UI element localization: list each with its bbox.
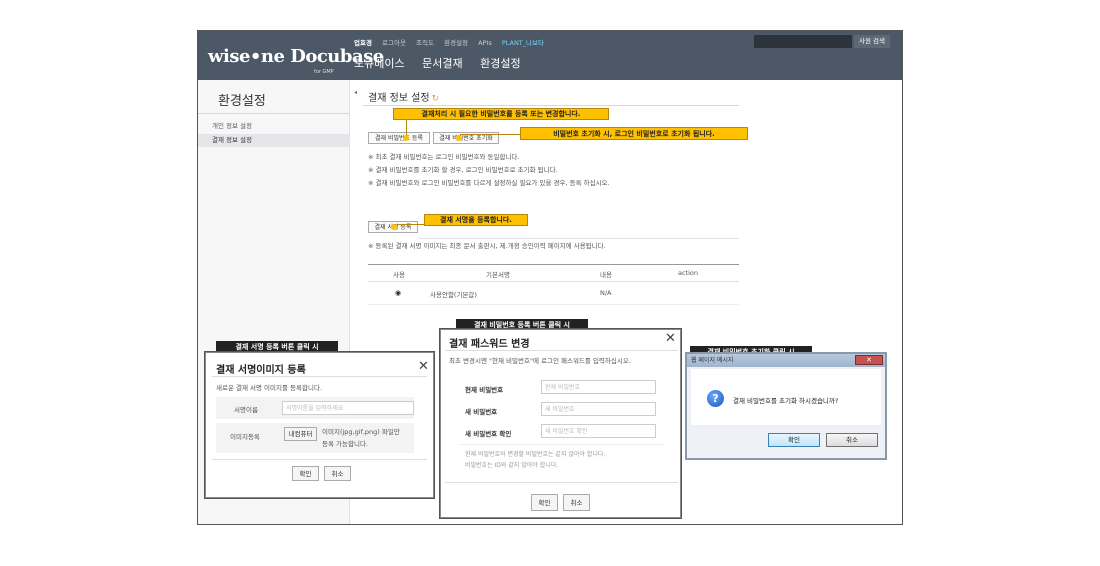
reset-confirm-dialog: 웹 페이지 메시지 ✕ ? 결재 비밀번호를 초기화 하시겠습니까? 확인 취소	[685, 352, 887, 460]
password-note-3: ※ 결재 비밀번호와 로그인 비밀번호를 다르게 설정하실 필요가 있을 경우,…	[368, 179, 610, 187]
password-hint-2: 비밀번호는 ID와 같지 않아야 합니다.	[465, 462, 559, 469]
utility-nav-user[interactable]: 업효경	[354, 39, 372, 47]
utility-nav-apis[interactable]: APIs	[478, 39, 492, 47]
refresh-icon[interactable]: ↻	[432, 94, 440, 104]
utility-nav-plant[interactable]: PLANT_나보타	[502, 39, 544, 47]
current-password-input[interactable]: 현재 비밀번호	[541, 380, 656, 394]
password-dialog-title: 결재 패스워드 변경	[449, 339, 530, 350]
signature-image-label: 이미지등록	[230, 433, 260, 441]
divider	[212, 376, 427, 377]
utility-nav: 업효경 로그아웃 조직도 환경설정 APIs PLANT_나보타	[354, 37, 552, 47]
password-note-1: ※ 최초 결재 비밀번호는 로그인 비밀번호와 동일합니다.	[368, 153, 520, 161]
divider	[212, 459, 427, 460]
table-top-border	[368, 264, 739, 265]
table-header-content: 내용	[600, 271, 612, 279]
callout-pointer	[403, 135, 409, 141]
sidebar-item-personal-settings[interactable]: 개인 정보 설정	[198, 120, 350, 133]
divider	[368, 304, 739, 305]
main-nav-approval[interactable]: 문서결재	[422, 57, 462, 70]
close-icon[interactable]: ✕	[855, 355, 883, 365]
divider	[368, 281, 739, 282]
utility-nav-logout[interactable]: 로그아웃	[382, 39, 406, 47]
employee-search-button[interactable]: 사원 검색	[854, 35, 890, 48]
close-icon[interactable]: ✕	[418, 360, 429, 373]
page-title: 결재 정보 설정 ↻	[368, 89, 439, 104]
signature-name-input[interactable]: 서명이름을 입력하세요.	[282, 401, 414, 415]
cancel-button[interactable]: 취소	[563, 494, 590, 511]
new-password-label: 새 비밀번호	[465, 408, 498, 416]
signature-note: ※ 등록된 결재 서명 이미지는 최종 문서 출판시, 제.개정 승인이력 페이…	[368, 242, 606, 250]
page-title-text: 결재 정보 설정	[368, 93, 430, 104]
image-hint-line-2: 등록 가능합니다.	[322, 440, 368, 448]
signature-name-label: 서명이름	[234, 406, 258, 414]
divider	[418, 238, 739, 239]
divider	[363, 105, 739, 106]
ok-button[interactable]: 확인	[292, 466, 319, 481]
reset-confirm-message: 결재 비밀번호를 초기화 하시겠습니까?	[733, 397, 839, 405]
divider	[445, 482, 678, 483]
table-header-use: 사용	[393, 271, 405, 279]
confirm-password-input[interactable]: 새 비밀번호 확인	[541, 424, 656, 438]
utility-nav-org-chart[interactable]: 조직도	[416, 39, 434, 47]
question-icon: ?	[707, 390, 724, 407]
divider	[459, 444, 664, 445]
cancel-button[interactable]: 취소	[324, 466, 351, 481]
main-nav-settings[interactable]: 환경설정	[480, 57, 520, 70]
signature-dialog: 결재 서명이미지 등록 ✕ 새로운 결재 서명 이미지를 등록합니다. 서명이름…	[205, 352, 434, 498]
employee-search-input[interactable]	[754, 35, 852, 48]
cancel-button[interactable]: 취소	[826, 433, 878, 447]
ok-button[interactable]: 확인	[531, 494, 558, 511]
image-hint-line-1: 이미지(jpg,gif,png) 파일만	[322, 428, 400, 436]
utility-nav-settings[interactable]: 환경설정	[444, 39, 468, 47]
password-hint-1: 현재 비밀번호와 변경할 비밀번호는 같지 않아야 합니다.	[465, 451, 606, 458]
confirm-password-label: 새 비밀번호 확인	[465, 430, 512, 438]
main-nav-docubase[interactable]: 도큐베이스	[354, 57, 405, 70]
callout-pointer	[456, 135, 462, 141]
signature-dialog-description: 새로운 결재 서명 이미지를 등록합니다.	[216, 384, 323, 392]
password-dialog-description: 최초 변경시엔 "현재 비밀번호"에 로그인 패스워드를 입력하십시오.	[449, 357, 631, 365]
ok-button[interactable]: 확인	[768, 433, 820, 447]
divider	[198, 113, 350, 114]
password-dialog: 결재 패스워드 변경 ✕ 최초 변경시엔 "현재 비밀번호"에 로그인 패스워드…	[440, 329, 681, 518]
callout-line	[460, 134, 520, 135]
signature-radio[interactable]: ◉	[395, 289, 401, 297]
callout-register-password: 결재처리 시 필요한 비밀번호를 등록 또는 변경합니다.	[393, 108, 609, 120]
table-header-action: action	[678, 269, 699, 277]
divider	[445, 350, 678, 351]
current-password-label: 현재 비밀번호	[465, 386, 504, 394]
main-nav: 도큐베이스 문서결재 환경설정	[354, 55, 535, 71]
signature-dialog-title: 결재 서명이미지 등록	[216, 365, 306, 376]
table-header-signature: 기본서명	[486, 271, 510, 279]
my-computer-button[interactable]: 내컴퓨터	[284, 427, 317, 441]
close-icon[interactable]: ✕	[665, 332, 676, 345]
new-password-input[interactable]: 새 비밀번호	[541, 402, 656, 416]
callout-register-signature: 결재 서명을 등록합니다.	[424, 214, 528, 226]
table-cell-name: 사용안함(기본값)	[430, 291, 477, 299]
top-bar: wise•ne Docubase for GMP 업효경 로그아웃 조직도 환경…	[198, 31, 902, 80]
collapse-sidebar-icon[interactable]: ◂	[354, 89, 357, 96]
sidebar-item-approval-settings[interactable]: 결재 정보 설정	[198, 134, 350, 147]
dialog-titlebar-text: 웹 페이지 메시지	[691, 357, 734, 364]
password-note-2: ※ 결재 비밀번호를 초기화 할 경우, 로그인 비밀번호로 초기화 됩니다.	[368, 166, 558, 174]
register-password-button[interactable]: 결재 비밀번호 등록	[368, 132, 430, 144]
callout-reset-password: 비밀번호 초기화 시, 로그인 비밀번호로 초기화 됩니다.	[520, 127, 748, 140]
sidebar-title: 환경설정	[218, 94, 266, 109]
table-cell-content: N/A	[600, 289, 612, 297]
logo-subtitle: for GMP	[314, 69, 334, 75]
callout-line	[397, 224, 424, 225]
